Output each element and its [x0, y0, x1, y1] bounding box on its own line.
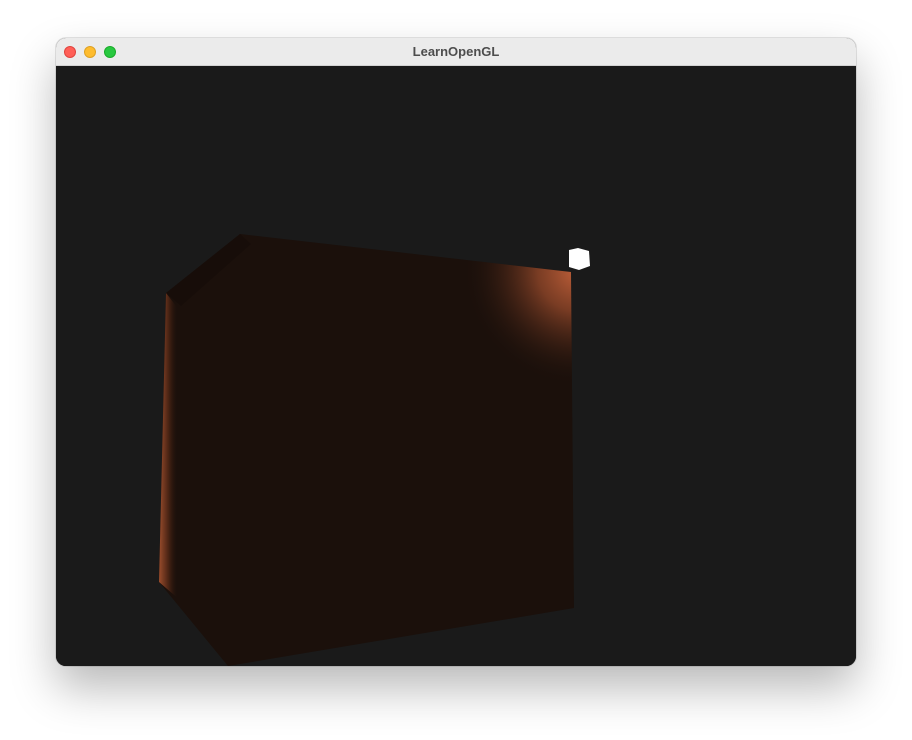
desktop: LearnOpenGL: [0, 0, 912, 740]
lit-cube: [159, 234, 574, 666]
light-source-cube: [569, 248, 590, 270]
opengl-viewport[interactable]: [56, 66, 856, 666]
title-bar[interactable]: LearnOpenGL: [56, 38, 856, 66]
app-window: LearnOpenGL: [56, 38, 856, 666]
window-title: LearnOpenGL: [412, 44, 500, 59]
specular-highlight-right: [159, 234, 574, 666]
render-canvas: [56, 66, 856, 666]
